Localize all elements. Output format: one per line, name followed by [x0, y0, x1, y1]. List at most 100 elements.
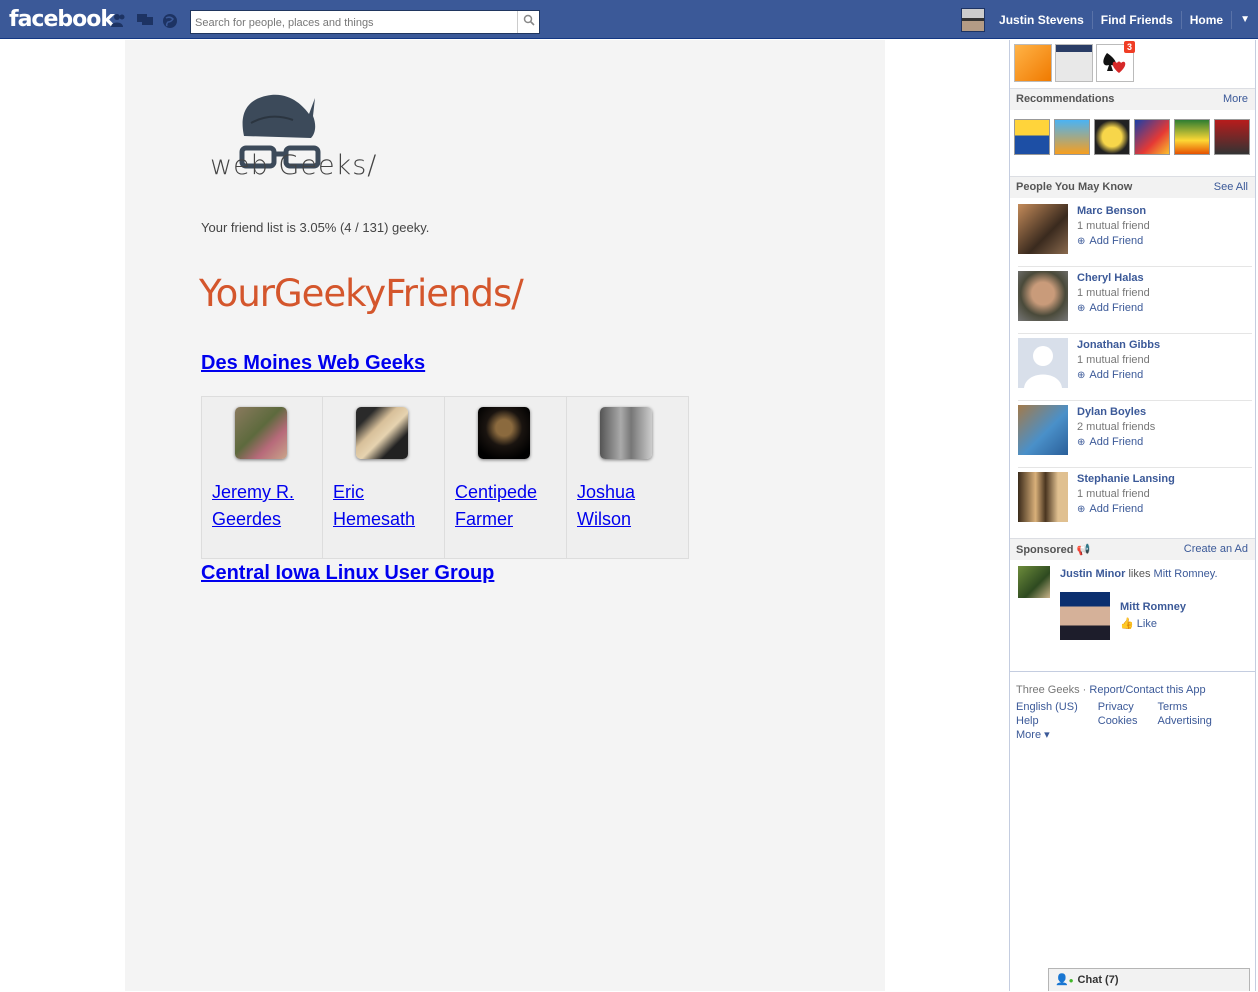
- rec-app-poker[interactable]: [1214, 119, 1250, 155]
- ad-page-photo[interactable]: [1060, 592, 1110, 640]
- footer-link-more[interactable]: More ▾: [1016, 728, 1078, 742]
- add-friend-icon: ⊕: [1077, 303, 1086, 314]
- search-box: [190, 10, 540, 34]
- pymk-photo[interactable]: [1018, 271, 1068, 321]
- friend-name-link[interactable]: Jeremy R. Geerdes: [212, 479, 312, 533]
- right-sidebar: 3 Recommendations More People You May Kn…: [1009, 40, 1256, 991]
- friend-photo[interactable]: [600, 407, 652, 459]
- pymk-item: Dylan Boyles 2 mutual friends ⊕ Add Frien…: [1018, 401, 1252, 468]
- pymk-see-all-link[interactable]: See All: [1214, 181, 1248, 193]
- ad-object-link[interactable]: Mitt Romney.: [1154, 568, 1218, 580]
- rec-app-dragon-city[interactable]: [1174, 119, 1210, 155]
- pymk-mutual-friends[interactable]: 2 mutual friends: [1077, 421, 1155, 433]
- facebook-logo[interactable]: facebook: [9, 7, 115, 32]
- friend-photo[interactable]: [235, 407, 287, 459]
- rec-app-simcity[interactable]: [1014, 119, 1050, 155]
- pymk-name-link[interactable]: Dylan Boyles: [1077, 406, 1146, 418]
- chat-bar[interactable]: 👤● Chat (7): [1048, 968, 1250, 991]
- footer-link-terms[interactable]: Terms: [1158, 700, 1212, 714]
- add-friend-button[interactable]: ⊕ Add Friend: [1077, 302, 1143, 314]
- add-friend-button[interactable]: ⊕ Add Friend: [1077, 503, 1143, 515]
- pymk-mutual-friends[interactable]: 1 mutual friend: [1077, 488, 1150, 500]
- footer-links: English (US) Help More ▾ Privacy Cookies…: [1016, 700, 1250, 742]
- people-you-may-know-header: People You May Know See All: [1010, 176, 1256, 198]
- page-title: YourGeekyFriends/: [199, 272, 524, 315]
- sidebar-footer: Three Geeks · Report/Contact this App En…: [1010, 671, 1256, 742]
- friend-name-link[interactable]: Eric Hemesath: [333, 479, 433, 533]
- friend-photo[interactable]: [478, 407, 530, 459]
- app-icon-orange-cube[interactable]: [1014, 44, 1052, 82]
- top-bar: facebook Justin Stevens Find Friends Hom…: [0, 0, 1258, 39]
- pymk-default-silhouette[interactable]: [1018, 338, 1068, 388]
- friend-photo[interactable]: [356, 407, 408, 459]
- pymk-photo[interactable]: [1018, 204, 1068, 254]
- pymk-photo[interactable]: [1018, 405, 1068, 455]
- profile-link[interactable]: Justin Stevens: [991, 10, 1093, 29]
- friend-name-link[interactable]: Centipede Farmer: [455, 479, 555, 533]
- rec-app-words[interactable]: [1094, 119, 1130, 155]
- account-dropdown-icon[interactable]: ▼: [1232, 14, 1258, 25]
- find-friends-link[interactable]: Find Friends: [1093, 10, 1182, 29]
- group-link-central-iowa-lug[interactable]: Central Iowa Linux User Group: [201, 562, 494, 585]
- friend-name-link[interactable]: Joshua Wilson: [577, 479, 677, 533]
- ad-like-button[interactable]: 👍 Like: [1120, 617, 1157, 630]
- add-friend-icon: ⊕: [1077, 437, 1086, 448]
- footer-link-advertising[interactable]: Advertising: [1158, 714, 1212, 728]
- add-friend-icon: ⊕: [1077, 236, 1086, 247]
- pymk-item: Jonathan Gibbs 1 mutual friend ⊕ Add Frie…: [1018, 334, 1252, 401]
- thumbs-up-icon: 👍: [1120, 618, 1134, 630]
- pymk-name-link[interactable]: Jonathan Gibbs: [1077, 339, 1160, 351]
- footer-col: English (US) Help More ▾: [1016, 700, 1078, 742]
- ad-page-name-link[interactable]: Mitt Romney: [1120, 601, 1186, 613]
- footer-link-cookies[interactable]: Cookies: [1098, 714, 1138, 728]
- rec-app-ville[interactable]: [1054, 119, 1090, 155]
- friend-requests-icon[interactable]: [111, 13, 127, 27]
- chat-label: Chat (7): [1077, 974, 1119, 986]
- chat-person-icon: 👤: [1055, 974, 1069, 986]
- footer-link-language[interactable]: English (US): [1016, 700, 1078, 714]
- pymk-name-link[interactable]: Cheryl Halas: [1077, 272, 1144, 284]
- bookmarked-apps: 3: [1014, 41, 1135, 82]
- pymk-item: Marc Benson 1 mutual friend ⊕ Add Friend: [1018, 200, 1252, 267]
- recommendations-more-link[interactable]: More: [1223, 93, 1248, 105]
- add-friend-icon: ⊕: [1077, 504, 1086, 515]
- web-geeks-wordmark: web Geeks/: [210, 150, 378, 181]
- ad-actor-avatar[interactable]: [1018, 566, 1050, 598]
- footer-link-privacy[interactable]: Privacy: [1098, 700, 1138, 714]
- pymk-item: Cheryl Halas 1 mutual friend ⊕ Add Friend: [1018, 267, 1252, 334]
- pymk-photo[interactable]: [1018, 472, 1068, 522]
- megaphone-icon: 📢: [1076, 544, 1091, 556]
- recommendations-title: Recommendations: [1016, 93, 1115, 105]
- rec-app-slots[interactable]: [1134, 119, 1170, 155]
- pymk-item: Stephanie Lansing 1 mutual friend ⊕ Add F…: [1018, 468, 1252, 535]
- pymk-name-link[interactable]: Marc Benson: [1077, 205, 1146, 217]
- add-friend-button[interactable]: ⊕ Add Friend: [1077, 369, 1143, 381]
- create-ad-link[interactable]: Create an Ad: [1184, 543, 1248, 555]
- add-friend-button[interactable]: ⊕ Add Friend: [1077, 436, 1143, 448]
- search-input[interactable]: [195, 14, 515, 31]
- pymk-name-link[interactable]: Stephanie Lansing: [1077, 473, 1175, 485]
- group-link-des-moines-web-geeks[interactable]: Des Moines Web Geeks: [201, 352, 425, 375]
- user-avatar[interactable]: [961, 7, 986, 32]
- pymk-mutual-friends[interactable]: 1 mutual friend: [1077, 287, 1150, 299]
- recommendations-header: Recommendations More: [1010, 88, 1256, 110]
- online-dot-icon: ●: [1068, 976, 1074, 985]
- messages-icon[interactable]: [137, 13, 153, 27]
- notifications-globe-icon[interactable]: [162, 13, 178, 28]
- app-icon-html-tab[interactable]: [1055, 44, 1093, 82]
- app-canvas: web Geeks/ Your friend list is 3.05% (4 …: [125, 40, 885, 991]
- pymk-mutual-friends[interactable]: 1 mutual friend: [1077, 354, 1150, 366]
- search-button[interactable]: [517, 11, 539, 33]
- app-icon-card-games[interactable]: 3: [1096, 41, 1135, 82]
- friend-card: Eric Hemesath: [323, 396, 445, 559]
- friend-card: Centipede Farmer: [445, 396, 567, 559]
- add-friend-button[interactable]: ⊕ Add Friend: [1077, 235, 1143, 247]
- report-app-link[interactable]: Report/Contact this App: [1089, 684, 1205, 696]
- magnifier-icon: [523, 14, 535, 26]
- ad-actor-link[interactable]: Justin Minor: [1060, 568, 1125, 580]
- home-link[interactable]: Home: [1182, 10, 1233, 29]
- pymk-mutual-friends[interactable]: 1 mutual friend: [1077, 220, 1150, 232]
- friends-grid: Jeremy R. Geerdes Eric Hemesath Centipede F…: [201, 396, 689, 559]
- app-notification-badge: 3: [1123, 41, 1135, 53]
- footer-link-help[interactable]: Help: [1016, 714, 1078, 728]
